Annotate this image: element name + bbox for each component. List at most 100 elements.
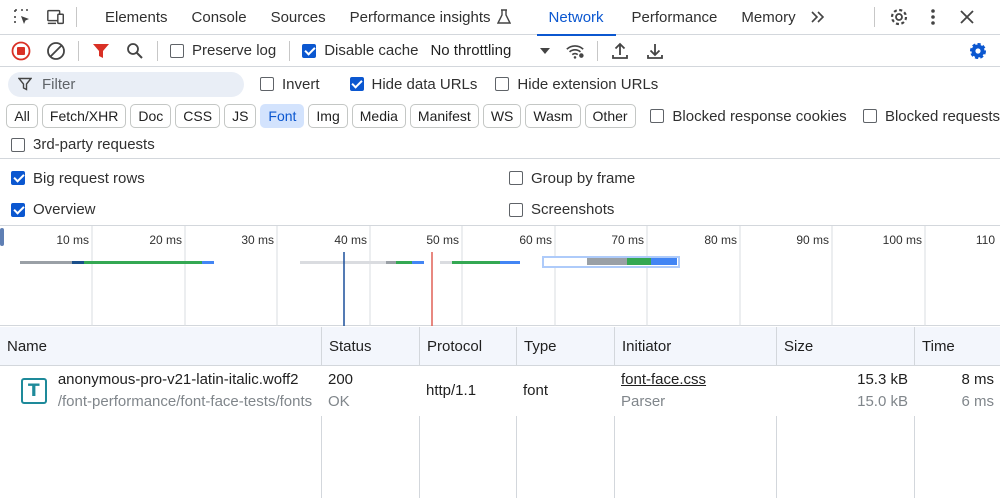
column-header-type[interactable]: Type [516, 327, 615, 366]
filter-funnel-small-icon [18, 77, 32, 91]
group-by-frame-checkbox[interactable] [509, 171, 523, 185]
throttling-select[interactable]: No throttling [430, 42, 551, 59]
cell-name: T anonymous-pro-v21-latin-italic.woff2 /… [0, 366, 321, 416]
tab-performance-insights[interactable]: Performance insights [338, 0, 523, 35]
column-header-name[interactable]: Name [0, 327, 322, 366]
column-header-initiator[interactable]: Initiator [614, 327, 779, 366]
settings-row-1: Big request rows Group by frame [0, 162, 1000, 194]
preserve-log-label: Preserve log [192, 42, 277, 59]
more-options-icon[interactable] [923, 7, 943, 27]
overview-checkbox[interactable] [11, 202, 25, 217]
initiator-type: Parser [621, 393, 666, 410]
type-filter-doc[interactable]: Doc [130, 104, 172, 128]
toolbar-divider [597, 40, 599, 61]
tab-sources[interactable]: Sources [259, 0, 338, 35]
network-toolbar: Preserve log Disable cache No throttling [0, 35, 1000, 67]
toolbar-divider [289, 40, 291, 61]
invert-checkbox[interactable] [260, 77, 274, 91]
blocked-requests-label: Blocked requests [884, 107, 1000, 125]
tick-label: 10 ms [56, 233, 89, 247]
cell-initiator: font-face.css Parser [614, 366, 776, 416]
tick-label: 100 ms [883, 233, 922, 247]
invert-label: Invert [282, 75, 320, 93]
type-filter-fetch-xhr[interactable]: Fetch/XHR [41, 104, 127, 128]
tab-network[interactable]: Network [536, 0, 616, 36]
tick-label: 30 ms [241, 233, 274, 247]
tab-divider [873, 7, 875, 27]
toolbar-divider [78, 40, 79, 61]
big-request-rows-checkbox[interactable] [11, 171, 25, 185]
column-header-size[interactable]: Size [776, 327, 915, 366]
search-icon[interactable] [125, 41, 145, 61]
network-overview-timeline[interactable]: 10 ms 20 ms 30 ms 40 ms 50 ms 60 ms 70 m… [0, 226, 1000, 326]
tab-memory[interactable]: Memory [729, 0, 807, 35]
status-text: OK [328, 393, 350, 410]
third-party-requests-label: 3rd-party requests [33, 136, 155, 153]
cell-size: 15.3 kB 15.0 kB [776, 366, 914, 416]
inspect-element-icon[interactable] [12, 7, 32, 27]
stop-recording-icon[interactable] [11, 41, 31, 61]
column-header-time[interactable]: Time [914, 327, 1000, 366]
filter-box[interactable] [8, 71, 244, 97]
resource-size: 15.0 kB [857, 393, 908, 410]
cell-status: 200 OK [321, 366, 419, 416]
filter-funnel-icon[interactable] [91, 41, 111, 61]
request-path: /font-performance/font-face-tests/fonts [57, 393, 313, 410]
type-filter-ws[interactable]: WS [482, 104, 522, 128]
status-code: 200 [328, 371, 354, 388]
close-devtools-icon[interactable] [957, 7, 977, 27]
third-party-row: 3rd-party requests [0, 131, 1000, 159]
network-settings-gear-icon[interactable] [968, 41, 988, 61]
blocked-requests-checkbox[interactable] [862, 109, 877, 123]
protocol-value: http/1.1 [426, 382, 477, 399]
tick-label: 20 ms [149, 233, 182, 247]
tab-console[interactable]: Console [180, 0, 259, 35]
more-tabs-icon[interactable] [808, 7, 828, 27]
hide-data-urls-checkbox[interactable] [349, 77, 364, 91]
request-bars [20, 256, 680, 268]
import-har-upload-icon[interactable] [610, 41, 630, 61]
type-filter-css[interactable]: CSS [175, 104, 221, 128]
export-har-download-icon[interactable] [645, 41, 665, 61]
type-filter-all[interactable]: All [6, 104, 38, 128]
network-conditions-wifi-icon[interactable] [565, 41, 585, 61]
blocked-response-cookies-checkbox[interactable] [650, 109, 665, 123]
type-filter-font[interactable]: Font [260, 104, 305, 128]
tick-label: 70 ms [611, 233, 644, 247]
disable-cache-checkbox[interactable] [302, 43, 317, 58]
tick-label: 80 ms [704, 233, 737, 247]
overview-label: Overview [33, 201, 96, 218]
settings-row-2: Overview Screenshots [0, 194, 1000, 226]
hide-data-urls-label: Hide data URLs [371, 75, 478, 93]
type-filter-img[interactable]: Img [308, 104, 348, 128]
device-toolbar-icon[interactable] [46, 7, 66, 27]
third-party-requests-checkbox[interactable] [11, 137, 25, 152]
initiator-link[interactable]: font-face.css [621, 369, 776, 391]
type-filter-wasm[interactable]: Wasm [525, 104, 581, 128]
column-header-protocol[interactable]: Protocol [419, 327, 517, 366]
resource-type-filters: All Fetch/XHR Doc CSS JS Font Img Media … [0, 101, 1000, 131]
type-value: font [523, 382, 549, 399]
hide-extension-urls-checkbox[interactable] [495, 77, 510, 91]
type-filter-manifest[interactable]: Manifest [409, 104, 479, 128]
tick-label: 110 [976, 233, 995, 247]
request-name: anonymous-pro-v21-latin-italic.woff2 [57, 371, 299, 388]
devtools-tabbar: Elements Console Sources Performance ins… [0, 0, 1000, 36]
tab-elements[interactable]: Elements [93, 0, 180, 35]
settings-gear-icon[interactable] [889, 7, 909, 27]
clear-log-icon[interactable] [46, 41, 66, 61]
tab-performance[interactable]: Performance [620, 0, 730, 35]
type-filter-other[interactable]: Other [584, 104, 636, 128]
screenshots-checkbox[interactable] [509, 202, 523, 217]
tick-label: 50 ms [426, 233, 459, 247]
preserve-log-checkbox[interactable] [170, 43, 184, 58]
timeline-left-handle[interactable] [0, 228, 4, 246]
filter-input[interactable] [40, 74, 220, 94]
type-filter-js[interactable]: JS [224, 104, 257, 128]
tick-label: 40 ms [334, 233, 367, 247]
cell-type: font [516, 366, 614, 416]
type-filter-media[interactable]: Media [351, 104, 406, 128]
column-header-status[interactable]: Status [321, 327, 420, 366]
table-row[interactable]: T anonymous-pro-v21-latin-italic.woff2 /… [0, 366, 1000, 416]
dropdown-triangle-icon [539, 47, 551, 55]
